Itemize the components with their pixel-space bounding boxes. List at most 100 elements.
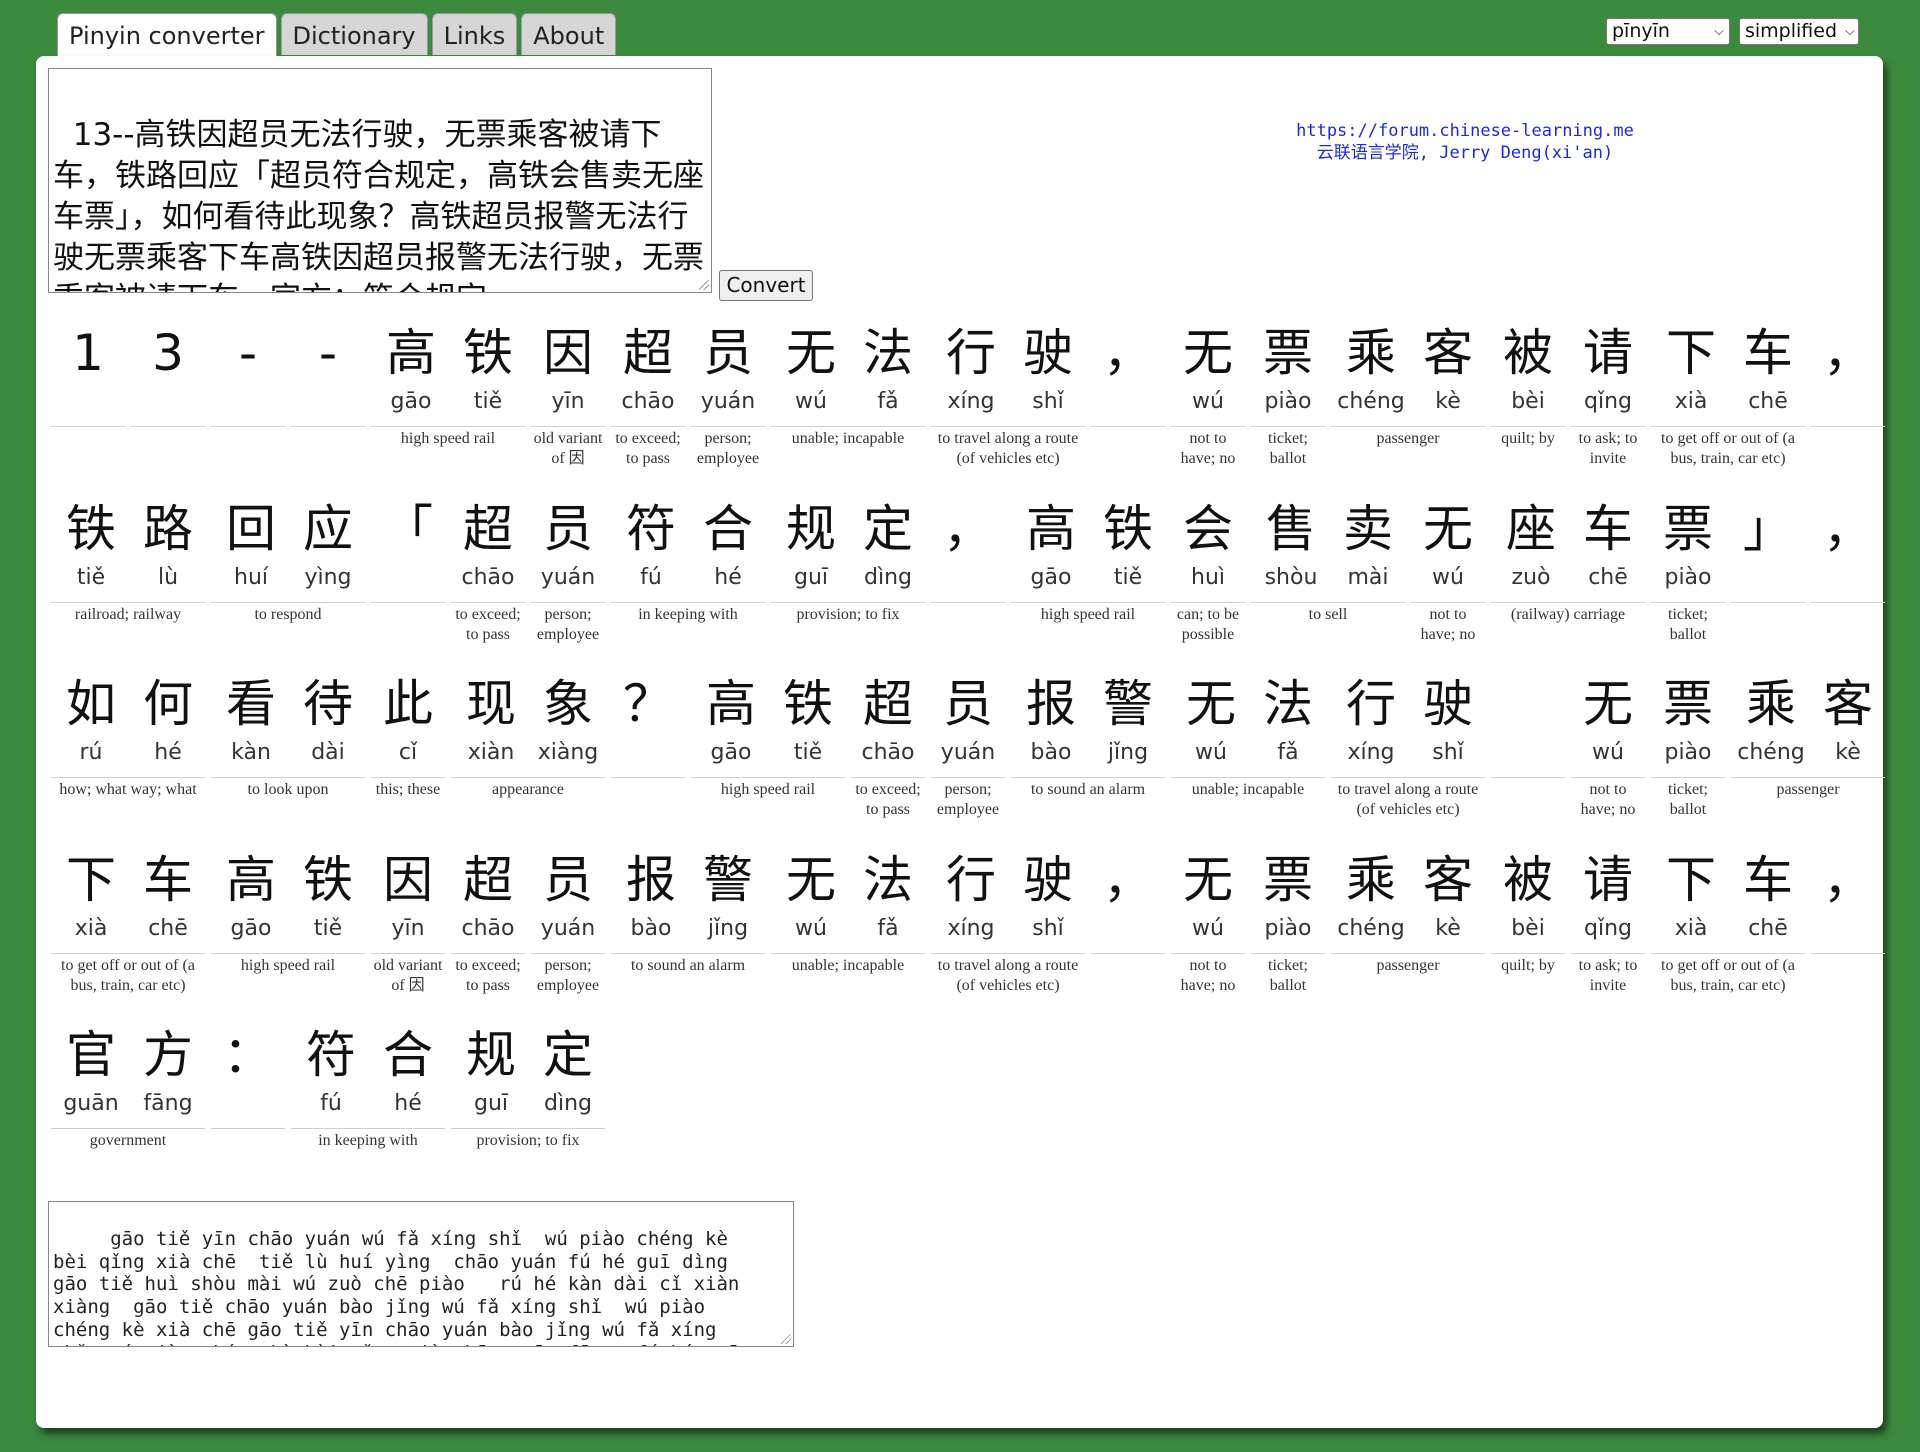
word-block[interactable]: 请 qǐng to ask; to invite <box>1571 318 1645 469</box>
definition-text: high speed rail <box>1040 605 1136 623</box>
word-block[interactable]: ， <box>1811 845 1885 956</box>
word-block[interactable]: ， <box>1811 318 1885 429</box>
word-block[interactable]: 被 bèi quilt; by <box>1491 845 1565 976</box>
word-block[interactable]: ， <box>1811 494 1885 605</box>
tab-dictionary[interactable]: Dictionary <box>280 13 428 55</box>
tab-links[interactable]: Links <box>431 13 518 55</box>
resize-grip-icon[interactable] <box>699 280 709 290</box>
char-cell: 符 fú <box>611 494 691 592</box>
word-block[interactable]: 票 piào ticket; ballot <box>1251 845 1325 996</box>
word-block[interactable]: 员 yuán person; employee <box>531 494 605 645</box>
word-block[interactable]: 高 gāo 铁 tiě high speed rail <box>211 845 365 976</box>
word-block[interactable]: 高 gāo 铁 tiě high speed rail <box>1011 494 1165 625</box>
char-cell: 行 xíng <box>1331 669 1411 767</box>
word-block[interactable]: 请 qǐng to ask; to invite <box>1571 845 1645 996</box>
word-block[interactable]: 行 xíng 驶 shǐ to travel along a route (of veh… <box>931 845 1085 996</box>
word-block[interactable]: 行 xíng 驶 shǐ to travel along a route (of veh… <box>931 318 1085 469</box>
word-block[interactable]: 如 rú 何 hé how; what way; what <box>51 669 205 800</box>
pinyin-syllable: fǎ <box>877 915 899 941</box>
word-block[interactable]: 高 gāo 铁 tiě high speed rail <box>371 318 525 449</box>
romanization-select[interactable]: pīnyīn ⌵ <box>1606 18 1730 45</box>
word-block[interactable]: 员 yuán person; employee <box>691 318 765 469</box>
word-block[interactable]: 无 wú not to have; no <box>1411 494 1485 645</box>
word-block[interactable]: 符 fú 合 hé in keeping with <box>291 1020 445 1151</box>
word-block[interactable]: 1 <box>51 318 125 429</box>
word-block[interactable]: ， <box>931 494 1005 605</box>
word-block[interactable]: 报 bào 警 jǐng to sound an alarm <box>611 845 765 976</box>
word-underline <box>1331 426 1485 427</box>
word-block[interactable]: 高 gāo 铁 tiě high speed rail <box>691 669 845 800</box>
word-block[interactable]: ， <box>1091 845 1165 956</box>
word-block[interactable]: 现 xiàn 象 xiàng appearance <box>451 669 605 800</box>
pinyin-output-text: gāo tiě yīn chāo yuán wú fǎ xíng shǐ wú … <box>53 1227 740 1346</box>
word-block[interactable]: 员 yuán person; employee <box>531 845 605 996</box>
word-block[interactable]: 无 wú 法 fǎ unable; incapable <box>771 318 925 449</box>
word-block[interactable]: - <box>211 318 285 429</box>
word-block[interactable]: 座 zuò 车 chē (railway) carriage <box>1491 494 1645 625</box>
word-block[interactable]: 售 shòu 卖 mài to sell <box>1251 494 1405 625</box>
word-block[interactable]: 超 chāo to exceed; to pass <box>451 845 525 996</box>
word-block[interactable]: 乘 chéng 客 kè passenger <box>1331 318 1485 449</box>
word-block[interactable]: 员 yuán person; employee <box>931 669 1005 820</box>
word-underline <box>611 601 765 603</box>
word-block[interactable]: - <box>291 318 365 429</box>
word-block[interactable]: 被 bèi quilt; by <box>1491 318 1565 449</box>
word-underline <box>531 601 605 603</box>
word-block[interactable]: 无 wú 法 fǎ unable; incapable <box>1171 669 1325 800</box>
word-block[interactable]: 铁 tiě 路 lù railroad; railway <box>51 494 205 625</box>
definition-text: person; employee <box>936 781 1000 818</box>
word-block[interactable]: 无 wú not to have; no <box>1571 669 1645 820</box>
word-block[interactable]: 会 huì can; to be possible <box>1171 494 1245 645</box>
word-block[interactable]: ？ <box>611 669 685 780</box>
word-block[interactable]: ： <box>211 1020 285 1131</box>
word-block[interactable]: 无 wú 法 fǎ unable; incapable <box>771 845 925 976</box>
word-block[interactable]: 下 xià 车 chē to get off or out of (a bus, tra… <box>1651 318 1805 469</box>
word-block[interactable]: 因 yīn old variant of 因 <box>531 318 605 469</box>
word-block[interactable]: 乘 chéng 客 kè passenger <box>1331 845 1485 976</box>
word-block[interactable]: 此 cǐ this; these <box>371 669 445 800</box>
word-underline <box>1811 426 1885 427</box>
word-block[interactable]: ， <box>1091 318 1165 429</box>
word-block[interactable]: 看 kàn 待 dài to look upon <box>211 669 365 800</box>
tab-about[interactable]: About <box>521 13 617 55</box>
forum-link[interactable]: https://forum.chinese-learning.me <box>1240 120 1690 142</box>
word-underline <box>211 777 365 778</box>
convert-button[interactable]: Convert <box>719 270 813 301</box>
word-characters: - <box>211 318 285 416</box>
word-block[interactable]: 无 wú not to have; no <box>1171 845 1245 996</box>
word-block[interactable]: 规 guī 定 dìng provision; to fix <box>771 494 925 625</box>
word-block[interactable]: 「 <box>371 494 445 605</box>
word-underline <box>771 952 925 954</box>
word-block[interactable]: 符 fú 合 hé in keeping with <box>611 494 765 625</box>
word-underline <box>771 601 925 603</box>
word-block[interactable]: 票 piào ticket; ballot <box>1651 494 1725 645</box>
word-block[interactable]: 乘 chéng 客 kè passenger <box>1731 669 1885 800</box>
word-characters: - <box>291 318 365 416</box>
tab-pinyin-converter[interactable]: Pinyin converter <box>57 13 277 59</box>
word-block[interactable]: 因 yīn old variant of 因 <box>371 845 445 996</box>
word-block[interactable]: 无 wú not to have; no <box>1171 318 1245 469</box>
pinyin-syllable: wú <box>1592 740 1624 765</box>
word-block[interactable]: 超 chāo to exceed; to pass <box>451 494 525 645</box>
word-block[interactable]: 下 xià 车 chē to get off or out of (a bus, tra… <box>1651 845 1805 996</box>
word-block[interactable]: 票 piào ticket; ballot <box>1651 669 1725 820</box>
word-block[interactable]: 官 guān 方 fāng government <box>51 1020 205 1151</box>
word-block[interactable]: 规 guī 定 dìng provision; to fix <box>451 1020 605 1151</box>
pinyin-output-textarea[interactable]: gāo tiě yīn chāo yuán wú fǎ xíng shǐ wú … <box>48 1201 794 1347</box>
word-block[interactable]: 报 bào 警 jǐng to sound an alarm <box>1011 669 1165 800</box>
word-characters: 员 yuán <box>531 494 605 592</box>
word-block[interactable]: 超 chāo to exceed; to pass <box>611 318 685 469</box>
word-block[interactable]: 下 xià 车 chē to get off or out of (a bus, tra… <box>51 845 205 996</box>
char-cell: 座 zuò <box>1491 494 1571 592</box>
word-block[interactable]: 票 piào ticket; ballot <box>1251 318 1325 469</box>
chinese-input-textarea[interactable]: 13--高铁因超员无法行驶，无票乘客被请下车，铁路回应「超员符合规定，高铁会售卖… <box>48 68 712 293</box>
word-block[interactable]: 3 <box>131 318 205 429</box>
resize-grip-icon[interactable] <box>781 1334 791 1344</box>
word-block[interactable]: 」 <box>1731 494 1805 605</box>
word-characters: 超 chāo <box>451 494 525 592</box>
word-block[interactable] <box>1491 669 1565 780</box>
word-block[interactable]: 行 xíng 驶 shǐ to travel along a route (of veh… <box>1331 669 1485 820</box>
word-block[interactable]: 回 huí 应 yìng to respond <box>211 494 365 625</box>
script-select[interactable]: simplified ⌵ <box>1739 18 1859 45</box>
word-block[interactable]: 超 chāo to exceed; to pass <box>851 669 925 820</box>
